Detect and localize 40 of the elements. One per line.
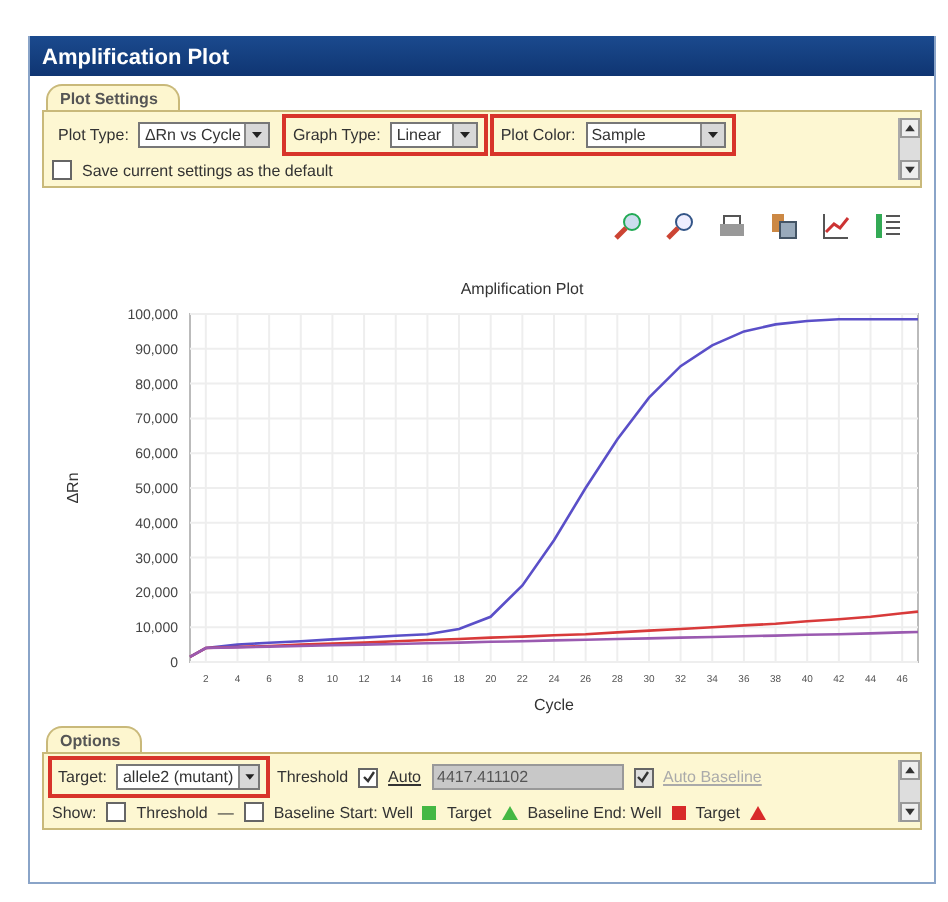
scroll-down-icon[interactable] [900, 802, 920, 822]
checkbox[interactable] [243, 802, 264, 822]
copy-icon[interactable] [770, 212, 798, 240]
printer-icon[interactable] [718, 212, 746, 240]
checkbox-label: Auto [388, 768, 422, 786]
checkbox[interactable] [52, 160, 72, 180]
field-label: Graph Type: [292, 126, 381, 144]
scroll-up-icon[interactable] [900, 760, 920, 780]
checkbox-label: Auto Baseline [663, 768, 762, 786]
legend-label: — [217, 803, 234, 821]
scrollbar[interactable] [898, 760, 920, 822]
scrollbar[interactable] [898, 118, 920, 180]
panel-tab[interactable]: Options [46, 726, 143, 752]
window-title: Amplification Plot [30, 36, 934, 76]
y-axis-label: ΔRn [64, 472, 82, 504]
dropdown[interactable]: allele2 (mutant) [116, 764, 261, 790]
field-label: Threshold [276, 768, 349, 786]
option-label: Threshold [136, 803, 208, 821]
show-label: Show: [52, 803, 97, 821]
list-icon[interactable] [874, 212, 902, 240]
legend-label: Baseline End: Well [527, 803, 662, 821]
checkbox[interactable] [106, 802, 127, 822]
zoom-out-icon[interactable] [666, 212, 694, 240]
field-label: Plot Color: [500, 126, 576, 144]
chart-title: Amplification Plot [458, 280, 586, 298]
field-label: Target: [58, 768, 107, 786]
legend-label: Target [446, 803, 492, 821]
legend-label: Target [695, 803, 740, 821]
field-label: Plot Type: [58, 126, 129, 144]
line-chart-icon[interactable] [822, 212, 850, 240]
panel-tab[interactable]: Plot Settings [46, 84, 180, 110]
dropdown[interactable]: ΔRn vs Cycle [138, 122, 271, 148]
checkbox-label: Save current settings as the default [82, 161, 333, 179]
option-label: Baseline Start: Well [273, 803, 413, 821]
zoom-in-icon[interactable] [614, 212, 642, 240]
dropdown[interactable]: Sample [585, 122, 726, 148]
dropdown[interactable]: Linear [390, 122, 479, 148]
scroll-down-icon[interactable] [900, 160, 920, 180]
x-axis-label: Cycle [534, 696, 574, 714]
scroll-up-icon[interactable] [900, 118, 920, 138]
